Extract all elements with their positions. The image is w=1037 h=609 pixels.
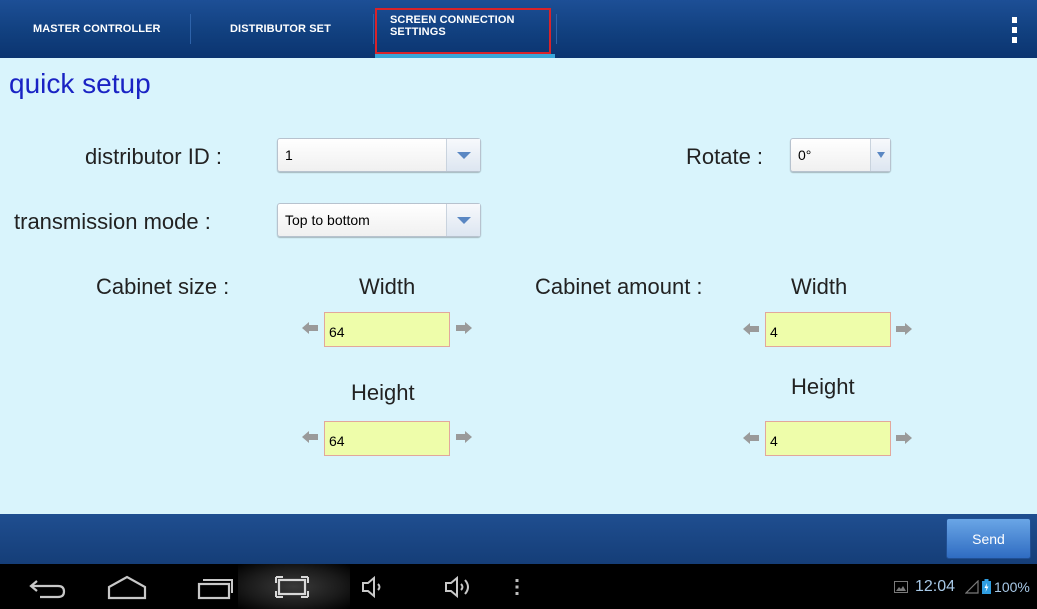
tab-screen-connection-label-line2: SETTINGS <box>390 26 446 38</box>
cabinet-size-width-label: Width <box>359 274 416 299</box>
decrement-arrow-icon[interactable] <box>302 322 318 334</box>
increment-arrow-icon[interactable] <box>456 431 472 443</box>
action-bar <box>0 514 1037 564</box>
decrement-arrow-icon[interactable] <box>743 432 759 444</box>
home-icon[interactable] <box>102 564 152 609</box>
status-area: 12:04 100% <box>894 564 1030 609</box>
cabinet-amount-width-label: Width <box>791 274 848 299</box>
decrement-arrow-icon[interactable] <box>743 323 759 335</box>
quick-setup-panel: quick setup distributor ID : 1 Rotate : … <box>0 58 1037 514</box>
chevron-down-icon <box>446 139 480 171</box>
transmission-mode-value: Top to bottom <box>285 212 370 228</box>
tab-screen-connection-label-line1: SCREEN CONNECTION <box>390 14 515 26</box>
menu-icon[interactable] <box>510 564 524 609</box>
battery-icon <box>982 579 992 594</box>
screenshot-icon[interactable] <box>268 564 316 609</box>
cabinet-size-height-field[interactable]: 64 <box>324 421 450 456</box>
signal-icon <box>965 579 979 594</box>
tab-screen-connection-settings[interactable]: SCREEN CONNECTION SETTINGS <box>375 0 554 58</box>
distributor-id-value: 1 <box>285 147 293 163</box>
cabinet-amount-width-field[interactable]: 4 <box>765 312 891 347</box>
increment-arrow-icon[interactable] <box>896 432 912 444</box>
send-button[interactable]: Send <box>946 518 1031 559</box>
distributor-id-dropdown[interactable]: 1 <box>277 138 481 172</box>
back-icon[interactable] <box>24 564 72 609</box>
cabinet-amount-height-value: 4 <box>770 433 778 449</box>
tab-master-controller-label: MASTER CONTROLLER <box>33 23 161 35</box>
cabinet-amount-height-field[interactable]: 4 <box>765 421 891 456</box>
recent-apps-icon[interactable] <box>190 564 240 609</box>
decrement-arrow-icon[interactable] <box>302 431 318 443</box>
battery-percentage: 100% <box>994 578 1030 595</box>
rotate-label: Rotate : <box>686 144 764 169</box>
tab-divider <box>556 14 557 44</box>
cabinet-size-width-field[interactable]: 64 <box>324 312 450 347</box>
page-title: quick setup <box>9 68 151 99</box>
volume-down-icon[interactable] <box>354 564 390 609</box>
rotate-value: 0° <box>798 147 812 163</box>
tab-bar: MASTER CONTROLLER DISTRIBUTOR SET SCREEN… <box>0 0 1037 58</box>
cabinet-size-height-label: Height <box>351 380 415 405</box>
transmission-mode-label: transmission mode : <box>14 209 211 234</box>
tab-distributor-set-label: DISTRIBUTOR SET <box>230 23 331 35</box>
volume-up-icon[interactable] <box>438 564 478 609</box>
chevron-down-icon <box>870 139 890 171</box>
increment-arrow-icon[interactable] <box>896 323 912 335</box>
tab-master-controller[interactable]: MASTER CONTROLLER <box>33 0 161 58</box>
rotate-dropdown[interactable]: 0° <box>790 138 891 172</box>
cabinet-size-height-value: 64 <box>329 433 345 449</box>
cabinet-amount-label: Cabinet amount : <box>535 274 703 299</box>
increment-arrow-icon[interactable] <box>456 322 472 334</box>
cabinet-size-width-value: 64 <box>329 324 345 340</box>
tab-divider <box>373 14 374 44</box>
cabinet-amount-height-label: Height <box>791 374 855 399</box>
distributor-id-label: distributor ID : <box>85 144 222 169</box>
clock-time: 12:04 <box>915 577 956 595</box>
tab-divider <box>190 14 191 44</box>
tab-distributor-set[interactable]: DISTRIBUTOR SET <box>230 0 331 58</box>
vertical-ellipsis-icon[interactable] <box>1010 17 1018 43</box>
image-notification-icon <box>894 580 908 593</box>
cabinet-size-label: Cabinet size : <box>96 274 230 299</box>
cabinet-amount-width-value: 4 <box>770 324 778 340</box>
transmission-mode-dropdown[interactable]: Top to bottom <box>277 203 481 237</box>
chevron-down-icon <box>446 204 480 236</box>
